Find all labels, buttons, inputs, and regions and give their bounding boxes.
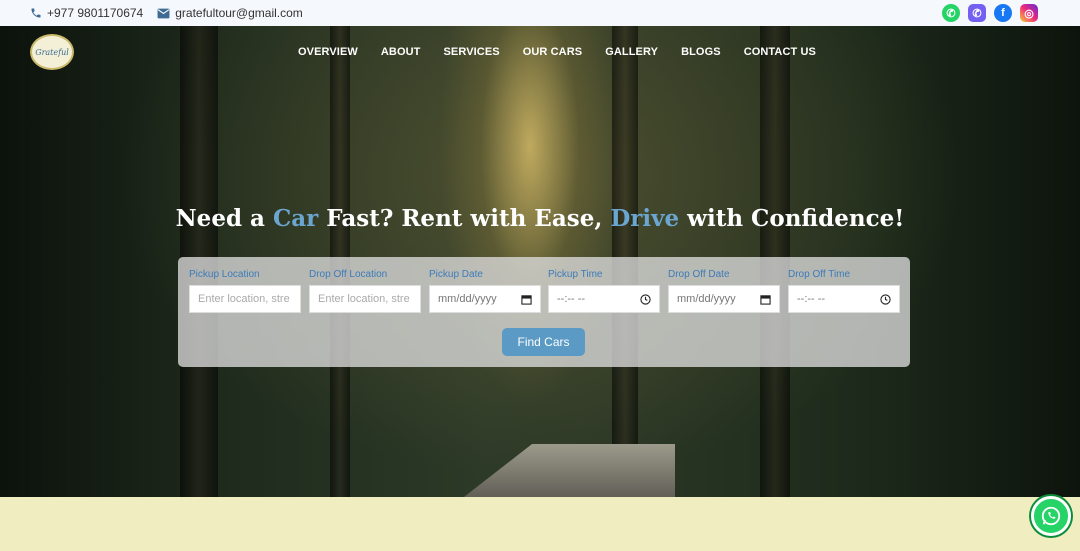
find-cars-button[interactable]: Find Cars [502, 328, 585, 356]
dropoff-location-label: Drop Off Location [309, 269, 388, 280]
pickup-date-input[interactable]: mm/dd/yyyy [429, 285, 541, 313]
nav-services[interactable]: SERVICES [444, 46, 500, 58]
booking-form: Pickup Location Enter location, stre Dro… [178, 257, 910, 367]
dropoff-date-field: Drop Off Date mm/dd/yyyy [668, 269, 780, 313]
facebook-icon[interactable]: f [994, 4, 1012, 22]
site-logo[interactable]: Grateful [30, 34, 74, 70]
pickup-location-label: Pickup Location [189, 269, 260, 280]
headline-text: with Confidence! [679, 205, 905, 232]
clock-icon[interactable] [880, 293, 891, 305]
social-links: ✆ ✆ f ◎ [942, 4, 1038, 22]
dropoff-date-input[interactable]: mm/dd/yyyy [668, 285, 780, 313]
mail-icon [157, 8, 170, 18]
dropoff-date-value: mm/dd/yyyy [677, 293, 736, 305]
clock-icon[interactable] [640, 293, 651, 305]
headline-text: Need a [175, 205, 273, 232]
phone-number: +977 9801170674 [47, 6, 144, 20]
headline-highlight-car: Car [272, 205, 319, 232]
whatsapp-icon [1041, 506, 1061, 526]
headline-highlight-drive: Drive [610, 205, 680, 232]
forest-road [455, 444, 675, 497]
pickup-location-field: Pickup Location Enter location, stre [189, 269, 301, 313]
nav-blogs[interactable]: BLOGS [681, 46, 721, 58]
whatsapp-icon[interactable]: ✆ [942, 4, 960, 22]
pickup-time-label: Pickup Time [548, 269, 603, 280]
dropoff-time-label: Drop Off Time [788, 269, 851, 280]
top-bar: +977 9801170674 gratefultour@gmail.com ✆… [0, 0, 1080, 26]
viber-icon[interactable]: ✆ [968, 4, 986, 22]
dropoff-date-label: Drop Off Date [668, 269, 730, 280]
email-contact[interactable]: gratefultour@gmail.com [157, 6, 303, 20]
pickup-date-label: Pickup Date [429, 269, 483, 280]
dropoff-location-input[interactable]: Enter location, stre [309, 285, 421, 313]
pickup-location-input[interactable]: Enter location, stre [189, 285, 301, 313]
instagram-icon[interactable]: ◎ [1020, 4, 1038, 22]
nav-contact-us[interactable]: CONTACT US [744, 46, 816, 58]
calendar-icon[interactable] [521, 294, 532, 305]
phone-icon [31, 8, 41, 18]
dropoff-time-value: --:-- -- [797, 293, 826, 305]
nav-overview[interactable]: OVERVIEW [298, 46, 358, 58]
dropoff-time-input[interactable]: --:-- -- [788, 285, 900, 313]
dropoff-time-field: Drop Off Time --:-- -- [788, 269, 900, 313]
pickup-time-field: Pickup Time --:-- -- [548, 269, 660, 313]
hero-headline: Need a Car Fast? Rent with Ease, Drive w… [0, 205, 1080, 232]
pickup-time-input[interactable]: --:-- -- [548, 285, 660, 313]
main-nav: OVERVIEW ABOUT SERVICES OUR CARS GALLERY… [298, 46, 816, 58]
dropoff-location-field: Drop Off Location Enter location, stre [309, 269, 421, 313]
pickup-time-value: --:-- -- [557, 293, 586, 305]
nav-gallery[interactable]: GALLERY [605, 46, 658, 58]
headline-text: Fast? Rent with Ease, [318, 205, 611, 232]
nav-our-cars[interactable]: OUR CARS [523, 46, 582, 58]
pickup-date-field: Pickup Date mm/dd/yyyy [429, 269, 541, 313]
phone-contact[interactable]: +977 9801170674 [30, 6, 143, 20]
nav-about[interactable]: ABOUT [381, 46, 421, 58]
email-address: gratefultour@gmail.com [175, 6, 303, 20]
pickup-date-value: mm/dd/yyyy [438, 293, 497, 305]
whatsapp-float-button[interactable] [1031, 496, 1071, 536]
calendar-icon[interactable] [760, 294, 771, 305]
